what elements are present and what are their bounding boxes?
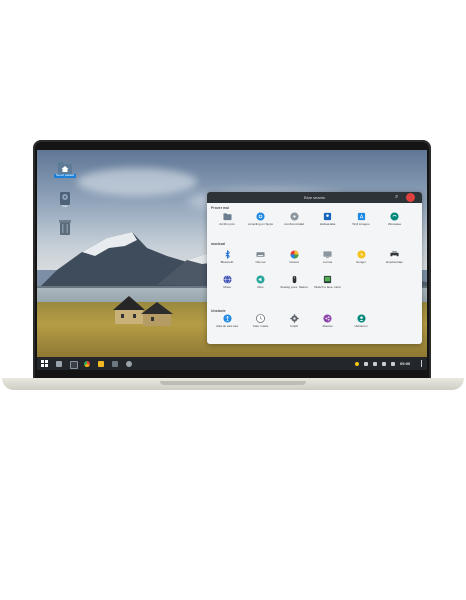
app-tile[interactable]: Emphenitiae bbox=[377, 250, 413, 265]
battery-icon[interactable] bbox=[382, 361, 386, 366]
app-tile-label: compiling on Spyto bbox=[247, 222, 274, 226]
app-tile-label: Clle tes bbox=[255, 260, 266, 264]
app-tile[interactable]: Wonselee bbox=[377, 212, 413, 227]
terminal-icon[interactable] bbox=[70, 360, 78, 369]
chrome-icon[interactable] bbox=[84, 360, 90, 367]
app-tile[interactable]: comfrommidad bbox=[276, 212, 312, 227]
tray-icon[interactable] bbox=[391, 361, 395, 366]
desktop-icon-home[interactable]: Scowl pakalis bbox=[54, 162, 76, 178]
desktop-icon-label: Scowl pakalis bbox=[54, 173, 76, 178]
settings-icon[interactable] bbox=[126, 360, 132, 367]
user-avatar[interactable] bbox=[406, 193, 415, 202]
store-icon: A bbox=[357, 212, 365, 220]
search-icon[interactable]: ⌕ bbox=[395, 194, 398, 200]
app-tile-label: HolfeeHalia bbox=[319, 222, 336, 226]
network-icon[interactable] bbox=[364, 361, 368, 366]
app-tile[interactable]: A Wyll Linaguo bbox=[343, 212, 379, 227]
trash-icon bbox=[59, 220, 71, 235]
section-title: Prover mul bbox=[211, 206, 230, 210]
at-icon bbox=[256, 212, 265, 221]
desktop-icon-drive[interactable]: Pāti bbox=[54, 192, 76, 209]
app-tile-label: comfrommidad bbox=[284, 222, 304, 226]
desktop-screen: Scowl pakalis Pāti Blue seams ⌕ Prover m… bbox=[37, 150, 427, 370]
desktop-icon-label: Pāti bbox=[62, 204, 68, 208]
app-tile-label: Wyll Linaguo bbox=[352, 222, 370, 226]
browser-icon bbox=[390, 212, 399, 221]
app-tile-label: Caiu l naiss bbox=[252, 324, 269, 328]
keyboard-icon bbox=[256, 252, 265, 257]
app-tile-label: Alsa de assi asa bbox=[216, 324, 238, 328]
app-tile-label: Bluetooth bbox=[220, 260, 234, 264]
app-tile-label: Arcthin pics bbox=[219, 222, 235, 226]
app-tile[interactable]: Ries bbox=[243, 275, 279, 290]
app-tile[interactable]: Arcthin pics bbox=[209, 212, 245, 227]
app-tile[interactable]: Alsa de assi asa bbox=[209, 314, 245, 329]
laptop-hinge-notch bbox=[160, 381, 306, 385]
app-tile-label: Cowed bbox=[289, 260, 299, 264]
app-tile[interactable]: Musa bbox=[209, 275, 245, 290]
app-tile[interactable]: Bluetooth bbox=[209, 250, 245, 265]
section-title: Unstacie bbox=[211, 309, 226, 313]
share-icon bbox=[323, 314, 332, 323]
app-tile[interactable]: Uldnarum bbox=[343, 314, 379, 329]
app-tile-label: Ries bbox=[257, 285, 264, 289]
app-tile[interactable]: Lumna bbox=[310, 250, 346, 265]
globe-icon bbox=[222, 275, 232, 284]
app-tile-label: Rueswi bbox=[322, 324, 333, 328]
display-icon bbox=[323, 251, 332, 259]
store-icon[interactable] bbox=[112, 360, 118, 367]
app-tile-label: Sowsig yoes, Nature bbox=[280, 285, 308, 289]
show-desktop-button[interactable] bbox=[421, 360, 422, 367]
printer-icon bbox=[390, 250, 399, 258]
bluetooth-icon bbox=[224, 250, 230, 259]
taskbar: 09:00 bbox=[37, 357, 427, 370]
app-tile-label: Uldnarum bbox=[354, 324, 368, 328]
wallpaper-farmhouse bbox=[113, 296, 173, 326]
folder-icon bbox=[222, 213, 232, 221]
app-tile[interactable]: Clle tes bbox=[243, 250, 279, 265]
app-tile[interactable]: compiling on Spyto bbox=[243, 212, 279, 227]
app-tile-label: Emphenitiae bbox=[386, 260, 403, 264]
people-icon bbox=[323, 212, 332, 221]
app-tile[interactable]: Sowsig yoes, Nature bbox=[276, 275, 312, 290]
app-tile-label: Tadsch e lane, carre bbox=[313, 285, 341, 289]
app-tile-label: Colpfi bbox=[290, 324, 298, 328]
app-tile[interactable]: Cowed bbox=[276, 250, 312, 265]
user-icon bbox=[356, 314, 366, 323]
app-tile-label: Songer bbox=[356, 260, 366, 264]
sound-icon bbox=[256, 275, 265, 284]
accessibility-icon bbox=[222, 314, 232, 323]
mail-icon[interactable] bbox=[98, 360, 104, 367]
menu-title: Blue seams bbox=[304, 195, 325, 200]
color-wheel-icon bbox=[289, 250, 299, 259]
power-icon bbox=[356, 250, 366, 259]
volume-icon[interactable] bbox=[373, 361, 377, 366]
notification-icon[interactable] bbox=[355, 361, 359, 366]
settings-gear-icon bbox=[289, 314, 299, 323]
desktop-icon-trash[interactable] bbox=[54, 220, 76, 235]
tablet-icon bbox=[323, 275, 332, 284]
app-tile-label: Musa bbox=[223, 285, 231, 289]
app-tile-label: Lumna bbox=[322, 260, 333, 264]
app-tile-label: Wonselee bbox=[387, 222, 402, 226]
app-tile[interactable]: Colpfi bbox=[276, 314, 312, 329]
section-title: munksal bbox=[211, 242, 226, 246]
clock-icon bbox=[256, 314, 265, 323]
files-icon[interactable] bbox=[56, 360, 62, 367]
start-icon[interactable] bbox=[41, 360, 48, 367]
app-tile[interactable]: Tadsch e lane, carre bbox=[310, 275, 346, 290]
app-tile[interactable]: HolfeeHalia bbox=[310, 212, 346, 227]
app-launcher-menu: Blue seams ⌕ Prover mul munksal Unstacie… bbox=[207, 192, 422, 344]
disk-icon bbox=[289, 212, 299, 221]
app-tile[interactable]: Caiu l naiss bbox=[243, 314, 279, 329]
app-tile[interactable]: Rueswi bbox=[310, 314, 346, 329]
mouse-icon bbox=[292, 275, 296, 284]
svg-text:A: A bbox=[359, 214, 363, 220]
app-tile[interactable]: Songer bbox=[343, 250, 379, 265]
clock[interactable]: 09:00 bbox=[400, 361, 410, 366]
